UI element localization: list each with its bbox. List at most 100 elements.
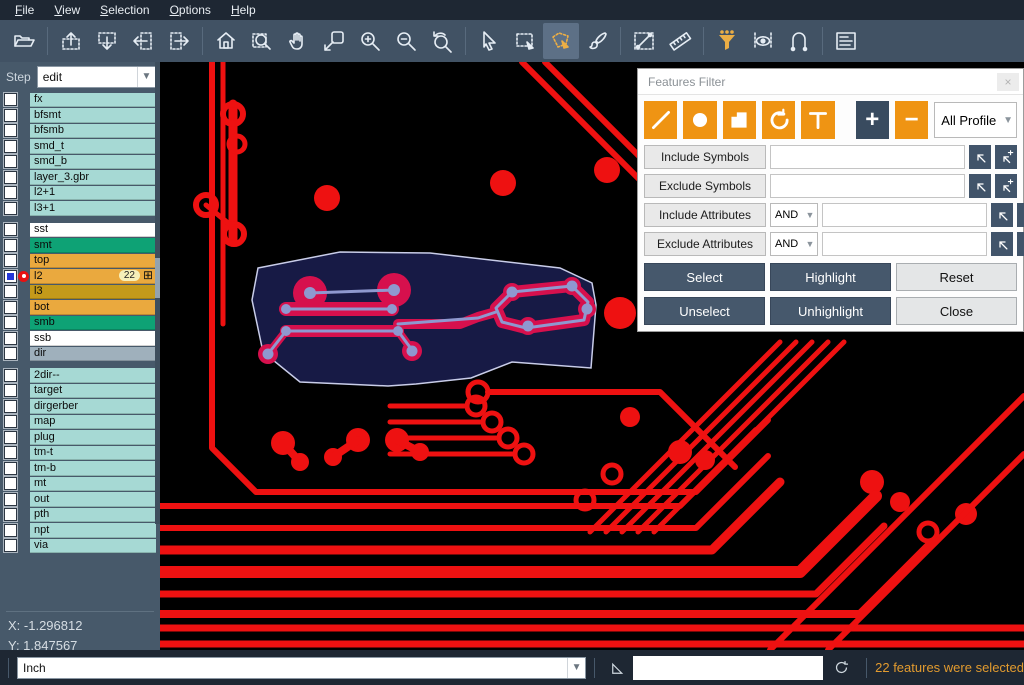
layer-checkbox[interactable] bbox=[4, 332, 17, 345]
layer-checkbox[interactable] bbox=[4, 155, 17, 168]
layer-checkbox[interactable] bbox=[4, 140, 17, 153]
layer-name-cell[interactable]: dirgerber bbox=[30, 399, 156, 414]
display-options-button[interactable] bbox=[745, 23, 781, 59]
home-view-button[interactable] bbox=[208, 23, 244, 59]
layer-row-fx[interactable]: fx bbox=[0, 92, 160, 108]
layer-checkbox[interactable] bbox=[4, 109, 17, 122]
zoom-window-button[interactable] bbox=[244, 23, 280, 59]
layer-row-plug[interactable]: plug bbox=[0, 430, 160, 446]
exclude-symbols-input[interactable] bbox=[770, 174, 965, 198]
layer-name-cell[interactable]: bfsmt bbox=[30, 108, 156, 123]
angle-corner-icon[interactable] bbox=[609, 659, 627, 677]
snap-mode-button[interactable] bbox=[781, 23, 817, 59]
select-arrow-button[interactable] bbox=[471, 23, 507, 59]
layer-row-smd_b[interactable]: smd_b bbox=[0, 154, 160, 170]
include-attributes-pick-add-button[interactable] bbox=[1017, 203, 1024, 227]
poly-select-button[interactable] bbox=[543, 23, 579, 59]
layer-row-via[interactable]: via bbox=[0, 538, 160, 554]
layer-checkbox[interactable] bbox=[4, 93, 17, 106]
measure-distance-button[interactable] bbox=[626, 23, 662, 59]
layer-checkbox[interactable] bbox=[4, 415, 17, 428]
layer-name-cell[interactable]: smb bbox=[30, 316, 156, 331]
layer-checkbox[interactable] bbox=[4, 202, 17, 215]
layer-name-cell[interactable]: tm-b bbox=[30, 461, 156, 476]
layer-name-cell[interactable]: l2+1 bbox=[30, 186, 156, 201]
layer-name-cell[interactable]: tm-t bbox=[30, 446, 156, 461]
layer-row-dir[interactable]: dir bbox=[0, 346, 160, 362]
ruler-button[interactable] bbox=[662, 23, 698, 59]
layer-checkbox[interactable] bbox=[4, 508, 17, 521]
layer-name-cell[interactable]: map bbox=[30, 415, 156, 430]
layer-checkbox[interactable] bbox=[4, 400, 17, 413]
layer-name-cell[interactable]: l3+1 bbox=[30, 201, 156, 216]
exclude-attributes-operator-select[interactable]: AND▼ bbox=[770, 232, 818, 256]
menu-options[interactable]: Options bbox=[161, 2, 220, 18]
dialog-title-bar[interactable]: Features Filter × bbox=[638, 69, 1023, 95]
layer-checkbox[interactable] bbox=[4, 186, 17, 199]
layer-checkbox[interactable] bbox=[4, 477, 17, 490]
layer-row-npt[interactable]: npt bbox=[0, 523, 160, 539]
include-attributes-input[interactable] bbox=[822, 203, 987, 227]
layer-row-layer_3.gbr[interactable]: layer_3.gbr bbox=[0, 170, 160, 186]
layer-row-smb[interactable]: smb bbox=[0, 315, 160, 331]
exclude-symbols-button[interactable]: Exclude Symbols bbox=[644, 174, 766, 198]
unhighlight-button[interactable]: Unhighlight bbox=[770, 297, 891, 325]
layer-name-cell[interactable]: bot bbox=[30, 300, 156, 315]
layer-name-cell[interactable]: target bbox=[30, 384, 156, 399]
layer-checkbox[interactable] bbox=[4, 462, 17, 475]
layer-name-cell[interactable]: plug bbox=[30, 430, 156, 445]
pan-hand-button[interactable] bbox=[280, 23, 316, 59]
layer-name-cell[interactable]: bfsmb bbox=[30, 124, 156, 139]
layer-name-cell[interactable]: 2dir-- bbox=[30, 368, 156, 383]
command-input[interactable] bbox=[633, 656, 823, 680]
layer-checkbox[interactable] bbox=[4, 431, 17, 444]
menu-selection[interactable]: Selection bbox=[91, 2, 158, 18]
layer-name-cell[interactable]: layer_3.gbr bbox=[30, 170, 156, 185]
layer-checkbox[interactable] bbox=[4, 384, 17, 397]
layer-name-cell[interactable]: out bbox=[30, 492, 156, 507]
layer-name-cell[interactable]: smd_b bbox=[30, 155, 156, 170]
layer-checkbox[interactable] bbox=[4, 369, 17, 382]
layer-name-cell[interactable]: sst bbox=[30, 223, 156, 238]
layer-name-cell[interactable]: l3 bbox=[30, 285, 156, 300]
layer-checkbox[interactable] bbox=[4, 285, 17, 298]
include-attributes-pick-button[interactable] bbox=[991, 203, 1013, 227]
layer-scrollbar[interactable] bbox=[155, 62, 160, 524]
layer-checkbox[interactable] bbox=[4, 270, 17, 283]
layer-name-cell[interactable]: ssb bbox=[30, 331, 156, 346]
filter-type-surface-button[interactable] bbox=[723, 101, 756, 139]
profile-select[interactable]: All Profile ▼ bbox=[934, 102, 1017, 138]
highlight-button[interactable]: Highlight bbox=[770, 263, 891, 291]
layer-row-map[interactable]: map bbox=[0, 414, 160, 430]
layer-checkbox[interactable] bbox=[4, 254, 17, 267]
layer-row-pth[interactable]: pth bbox=[0, 507, 160, 523]
include-symbols-button[interactable]: Include Symbols bbox=[644, 145, 766, 169]
layer-row-smt[interactable]: smt bbox=[0, 238, 160, 254]
layer-row-tm-t[interactable]: tm-t bbox=[0, 445, 160, 461]
layer-checkbox[interactable] bbox=[4, 539, 17, 552]
open-folder-button[interactable] bbox=[6, 23, 42, 59]
menu-file[interactable]: File bbox=[6, 2, 43, 18]
layer-row-bfsmt[interactable]: bfsmt bbox=[0, 108, 160, 124]
layer-checkbox[interactable] bbox=[4, 347, 17, 360]
layer-row-dirgerber[interactable]: dirgerber bbox=[0, 399, 160, 415]
zoom-in-button[interactable] bbox=[352, 23, 388, 59]
move-right-button[interactable] bbox=[161, 23, 197, 59]
filter-type-line-button[interactable] bbox=[644, 101, 677, 139]
layer-name-cell[interactable]: dir bbox=[30, 347, 156, 362]
layer-row-bfsmb[interactable]: bfsmb bbox=[0, 123, 160, 139]
select-button[interactable]: Select bbox=[644, 263, 765, 291]
layer-checkbox[interactable] bbox=[4, 223, 17, 236]
layer-checkbox[interactable] bbox=[4, 524, 17, 537]
step-select[interactable]: edit ▼ bbox=[37, 66, 156, 88]
layer-name-cell[interactable]: pth bbox=[30, 508, 156, 523]
grid-icon[interactable]: ⊞ bbox=[143, 270, 153, 281]
layer-name-cell[interactable]: fx bbox=[30, 93, 156, 108]
layer-row-l2[interactable]: l222⊞ bbox=[0, 269, 160, 285]
exclude-attributes-pick-button[interactable] bbox=[991, 232, 1013, 256]
include-attributes-button[interactable]: Include Attributes bbox=[644, 203, 766, 227]
log-panel-button[interactable] bbox=[828, 23, 864, 59]
move-up-button[interactable] bbox=[53, 23, 89, 59]
layer-row-mt[interactable]: mt bbox=[0, 476, 160, 492]
layer-checkbox[interactable] bbox=[4, 124, 17, 137]
